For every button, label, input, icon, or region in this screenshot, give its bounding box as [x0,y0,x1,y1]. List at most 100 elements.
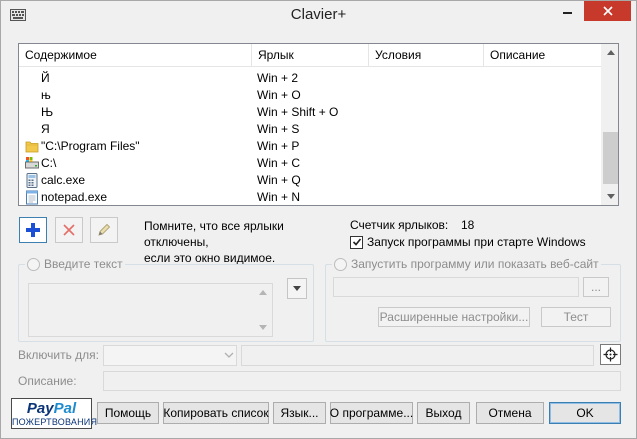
row-content: Я [41,122,50,136]
drive-icon [25,157,39,169]
scroll-down-button[interactable] [602,188,619,205]
chevron-down-icon [293,286,301,291]
minimize-button[interactable] [554,1,580,21]
text-group-title[interactable]: Введите текст [25,257,125,271]
checkbox-box[interactable] [350,235,363,249]
shortcut-counter-label: Счетчик ярлыков: [350,218,449,232]
window-picker-button[interactable] [600,344,621,365]
table-row[interactable]: "C:\Program Files" Win + P [19,138,601,155]
close-icon [602,6,613,16]
enable-for-combo[interactable] [103,345,237,366]
column-shortcut[interactable]: Ярлык [252,44,369,67]
row-content: notepad.exe [41,190,108,204]
table-row[interactable]: Њ Win + Shift + O [19,104,601,121]
list-header: Содержимое Ярлык Условия Описание [19,44,601,67]
launch-at-startup-label: Запуск программы при старте Windows [367,235,586,249]
browse-button[interactable]: ... [583,277,609,297]
list-scrollbar[interactable] [601,44,618,205]
plus-icon [26,223,40,237]
clavier-window: Clavier+ Содержимое Ярлык Условия Описан… [0,0,637,439]
window-title: Clavier+ [290,6,347,23]
about-button[interactable]: О программе... [330,402,413,424]
text-radio[interactable] [27,257,40,271]
chevron-up-icon [259,290,267,295]
paypal-logo-pal: Pal [53,400,77,417]
shortcuts-list[interactable]: Содержимое Ярлык Условия Описание Й Win … [18,43,619,206]
add-shortcut-button[interactable] [19,217,47,243]
row-shortcut: Win + 2 [257,71,299,85]
chevron-down-icon [606,194,615,199]
row-content: "C:\Program Files" [41,139,140,153]
scroll-thumb[interactable] [603,132,618,184]
row-content: Й [41,71,50,85]
notepad-icon [26,190,38,205]
title-bar[interactable]: Clavier+ [1,1,636,30]
delete-icon [63,224,75,236]
disabled-shortcuts-notice: Помните, что все ярлыки отключены, если … [144,218,344,266]
enable-for-label: Включить для: [18,348,99,362]
row-shortcut: Win + Shift + O [257,105,339,119]
paypal-donate-label: ПОЖЕРТВОВАНИЯ [12,417,98,427]
paypal-logo: PayPal [12,400,91,417]
minimize-icon [562,12,572,14]
row-content: њ [41,88,51,102]
pencil-icon [98,223,111,236]
crosshair-icon [603,347,618,362]
text-radio-label: Введите текст [44,257,123,271]
cancel-button[interactable]: Отмена [476,402,544,424]
launch-group: Запустить программу или показать веб-сай… [325,257,621,342]
shortcut-counter-value: 18 [461,218,475,232]
close-button[interactable] [584,1,631,21]
table-row[interactable]: C:\ Win + C [19,155,601,172]
test-button[interactable]: Тест [541,307,611,327]
advanced-settings-button[interactable]: Расширенные настройки... [378,307,530,327]
text-input-area[interactable] [28,283,273,337]
language-button[interactable]: Язык... [273,402,326,424]
table-row[interactable]: notepad.exe Win + N [19,189,601,205]
paypal-donate-button[interactable]: PayPal ПОЖЕРТВОВАНИЯ [11,398,98,429]
chevron-up-icon [606,50,615,55]
enable-for-input[interactable] [241,345,594,366]
column-description[interactable]: Описание [484,44,601,67]
list-rows: Й Win + 2 њ Win + O Њ Win + Shift + O Я … [19,68,601,205]
column-content[interactable]: Содержимое [19,44,252,67]
row-content: calc.exe [41,173,86,187]
chevron-down-icon [224,352,234,358]
help-button[interactable]: Помощь [97,402,159,424]
table-row[interactable]: calc.exe Win + Q [19,172,601,189]
row-content: C:\ [41,156,57,170]
row-shortcut: Win + Q [257,173,301,187]
column-conditions[interactable]: Условия [369,44,484,67]
row-shortcut: Win + N [257,190,301,204]
delete-shortcut-button[interactable] [55,217,83,243]
launch-group-title[interactable]: Запустить программу или показать веб-сай… [332,257,601,271]
table-row[interactable]: Я Win + S [19,121,601,138]
edit-shortcut-button[interactable] [90,217,118,243]
row-shortcut: Win + O [257,88,301,102]
row-content: Њ [41,105,54,119]
launch-radio[interactable] [334,257,347,271]
scroll-up-button[interactable] [602,44,619,61]
ok-button[interactable]: OK [549,402,621,424]
copy-list-button[interactable]: Копировать список [163,402,269,424]
launch-at-startup-checkbox[interactable]: Запуск программы при старте Windows [350,235,586,249]
folder-icon [25,141,39,153]
table-row[interactable]: њ Win + O [19,87,601,104]
text-area-scrollbar [255,284,272,336]
exit-button[interactable]: Выход [417,402,470,424]
notice-line-1: Помните, что все ярлыки отключены, [144,219,284,249]
checkmark-icon [352,238,361,246]
description-input[interactable] [103,371,621,391]
row-shortcut: Win + P [257,139,300,153]
calculator-icon [26,173,38,188]
description-label: Описание: [18,374,77,388]
row-shortcut: Win + S [257,122,300,136]
text-group: Введите текст [18,257,314,342]
launch-radio-label: Запустить программу или показать веб-сай… [351,257,599,271]
text-options-dropdown[interactable] [287,278,307,299]
command-input[interactable] [333,277,579,297]
paypal-logo-pay: Pay [26,400,54,417]
chevron-down-icon [259,325,267,330]
row-shortcut: Win + C [257,156,301,170]
table-row[interactable]: Й Win + 2 [19,70,601,87]
